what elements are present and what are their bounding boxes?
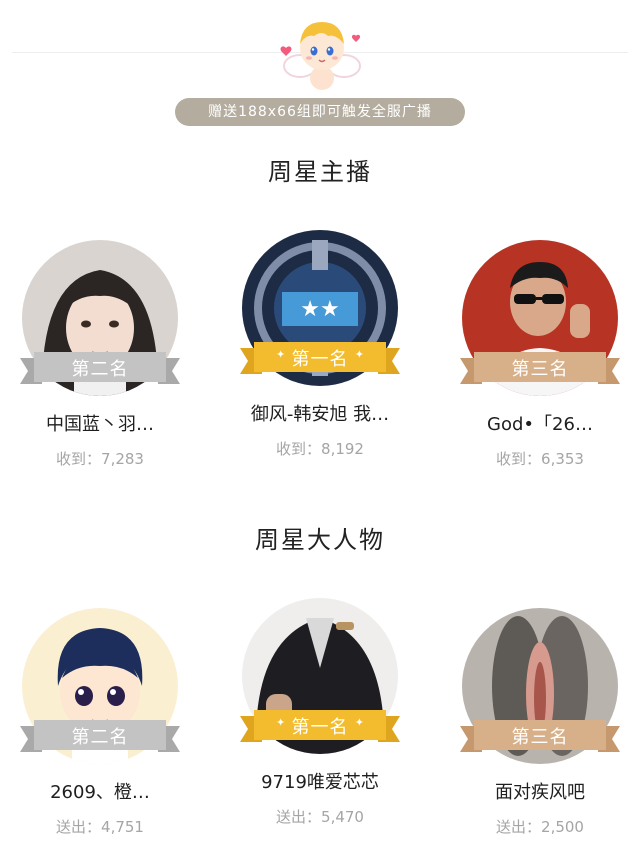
sent-amount: 送出：2,500 [496,818,584,836]
anchor-card-second[interactable]: 第二名 中国蓝丶羽… 收到：7,283 [0,240,200,500]
anchor-card-third[interactable]: 第三名 God•「26… 收到：6,353 [440,240,640,500]
rank-label: 第二名 [71,359,129,380]
anchor-name[interactable]: 御风-韩安旭 我… [220,400,420,426]
section-title-vips: 周星大人物 [255,526,385,554]
rank-ribbon-bronze: 第三名 [460,348,620,390]
star-icon: ✦ [354,348,364,361]
rank-ribbon-gold: ✦ 第一名 ✦ [240,706,400,748]
section-title-anchors: 周星主播 [268,158,372,186]
svg-text:★★: ★★ [300,297,339,322]
vip-name[interactable]: 面对疾风吧 [440,778,640,804]
star-icon: ✦ [354,716,364,729]
cupid-icon [276,8,368,100]
received-amount: 收到：7,283 [56,450,144,468]
broadcast-banner: 赠送188x66组即可触发全服广播 [175,98,465,126]
rank-label: 第一名 [291,349,349,370]
anchor-card-first[interactable]: ★★ ✦ 第一名 ✦ 御风-韩安旭 我… 收到：8,192 [220,230,420,490]
rank-ribbon-bronze: 第三名 [460,716,620,758]
weekly-star-page: 赠送188x66组即可触发全服广播 周星主播 第二名 中国蓝丶羽… 收到：7,2… [0,0,640,866]
rank-label: 第三名 [511,359,569,380]
rank-ribbon-silver: 第二名 [20,348,180,390]
rank-ribbon-silver: 第二名 [20,716,180,758]
vip-card-second[interactable]: 第二名 2609、橙… 送出：4,751 [0,608,200,866]
rank-label: 第三名 [511,727,569,748]
vip-card-third[interactable]: 第三名 面对疾风吧 送出：2,500 [440,608,640,866]
rank-ribbon-gold: ✦ 第一名 ✦ [240,338,400,380]
vip-name[interactable]: 9719唯爱芯芯 [220,768,420,794]
anchor-name[interactable]: God•「26… [440,410,640,436]
received-amount: 收到：8,192 [276,440,364,458]
vip-card-first[interactable]: ✦ 第一名 ✦ 9719唯爱芯芯 送出：5,470 [220,598,420,858]
rank-label: 第一名 [291,717,349,738]
sent-amount: 送出：5,470 [276,808,364,826]
rank-label: 第二名 [71,727,129,748]
sent-amount: 送出：4,751 [56,818,144,836]
anchor-name[interactable]: 中国蓝丶羽… [0,410,200,436]
received-amount: 收到：6,353 [496,450,584,468]
vip-name[interactable]: 2609、橙… [0,778,200,804]
